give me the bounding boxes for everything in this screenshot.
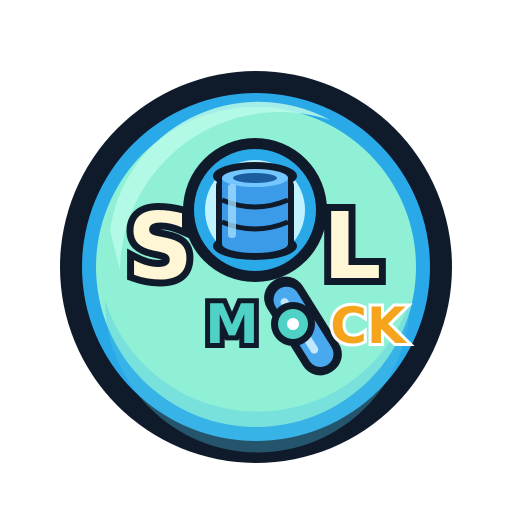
letter-q: Q [255,229,256,231]
letters-ck: CK [330,297,408,355]
sqlmock-logo: S Q L M O CK [60,71,452,463]
database-icon [213,162,297,260]
sqlmock-logo-canvas: S Q L M O CK [0,0,512,512]
letter-m: M [205,293,259,356]
letter-l: L [323,193,382,300]
letter-o-lens: O [271,302,315,346]
letter-s: S [127,193,193,300]
letter-o: O [293,327,294,329]
